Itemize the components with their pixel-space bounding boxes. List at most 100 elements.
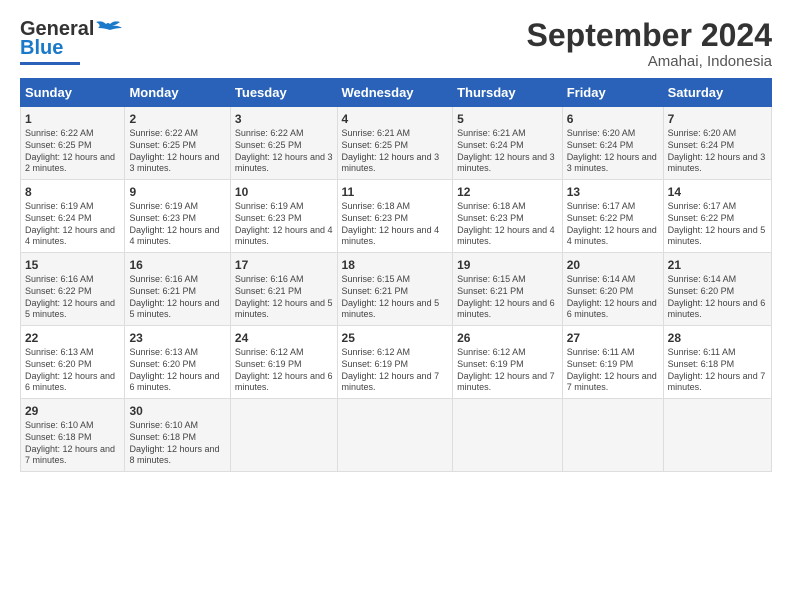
col-header-thursday: Thursday (453, 79, 563, 107)
sunrise-text: Sunrise: 6:14 AM (567, 274, 659, 286)
day-number: 15 (25, 257, 120, 273)
sunset-text: Sunset: 6:21 PM (457, 286, 558, 298)
sunset-text: Sunset: 6:21 PM (342, 286, 449, 298)
col-header-sunday: Sunday (21, 79, 125, 107)
day-number: 13 (567, 184, 659, 200)
day-number: 4 (342, 111, 449, 127)
calendar-cell: 1Sunrise: 6:22 AMSunset: 6:25 PMDaylight… (21, 107, 125, 180)
daylight-text: Daylight: 12 hours and 7 minutes. (25, 444, 120, 467)
calendar-table: SundayMondayTuesdayWednesdayThursdayFrid… (20, 78, 772, 472)
sunset-text: Sunset: 6:20 PM (567, 286, 659, 298)
sunset-text: Sunset: 6:24 PM (457, 140, 558, 152)
sunset-text: Sunset: 6:20 PM (25, 359, 120, 371)
week-row-1: 1Sunrise: 6:22 AMSunset: 6:25 PMDaylight… (21, 107, 772, 180)
sunrise-text: Sunrise: 6:19 AM (235, 201, 333, 213)
daylight-text: Daylight: 12 hours and 5 minutes. (342, 298, 449, 321)
daylight-text: Daylight: 12 hours and 6 minutes. (129, 371, 225, 394)
sunrise-text: Sunrise: 6:22 AM (235, 128, 333, 140)
daylight-text: Daylight: 12 hours and 7 minutes. (668, 371, 767, 394)
sunrise-text: Sunrise: 6:22 AM (25, 128, 120, 140)
sunrise-text: Sunrise: 6:10 AM (129, 420, 225, 432)
sunset-text: Sunset: 6:22 PM (668, 213, 767, 225)
week-row-3: 15Sunrise: 6:16 AMSunset: 6:22 PMDayligh… (21, 253, 772, 326)
sunrise-text: Sunrise: 6:16 AM (25, 274, 120, 286)
day-number: 8 (25, 184, 120, 200)
day-number: 30 (129, 403, 225, 419)
sunrise-text: Sunrise: 6:15 AM (457, 274, 558, 286)
calendar-cell: 2Sunrise: 6:22 AMSunset: 6:25 PMDaylight… (125, 107, 230, 180)
day-number: 1 (25, 111, 120, 127)
daylight-text: Daylight: 12 hours and 6 minutes. (668, 298, 767, 321)
day-number: 29 (25, 403, 120, 419)
daylight-text: Daylight: 12 hours and 3 minutes. (668, 152, 767, 175)
col-header-tuesday: Tuesday (230, 79, 337, 107)
daylight-text: Daylight: 12 hours and 4 minutes. (457, 225, 558, 248)
main-title: September 2024 (527, 18, 772, 53)
calendar-cell: 7Sunrise: 6:20 AMSunset: 6:24 PMDaylight… (663, 107, 771, 180)
calendar-cell: 4Sunrise: 6:21 AMSunset: 6:25 PMDaylight… (337, 107, 453, 180)
daylight-text: Daylight: 12 hours and 5 minutes. (235, 298, 333, 321)
calendar-cell: 8Sunrise: 6:19 AMSunset: 6:24 PMDaylight… (21, 180, 125, 253)
day-number: 3 (235, 111, 333, 127)
sunset-text: Sunset: 6:23 PM (235, 213, 333, 225)
sunrise-text: Sunrise: 6:18 AM (342, 201, 449, 213)
daylight-text: Daylight: 12 hours and 3 minutes. (457, 152, 558, 175)
col-header-wednesday: Wednesday (337, 79, 453, 107)
daylight-text: Daylight: 12 hours and 3 minutes. (342, 152, 449, 175)
sunset-text: Sunset: 6:19 PM (457, 359, 558, 371)
day-number: 10 (235, 184, 333, 200)
sunset-text: Sunset: 6:19 PM (342, 359, 449, 371)
sunrise-text: Sunrise: 6:12 AM (457, 347, 558, 359)
day-number: 7 (668, 111, 767, 127)
day-number: 14 (668, 184, 767, 200)
sunrise-text: Sunrise: 6:22 AM (129, 128, 225, 140)
day-number: 11 (342, 184, 449, 200)
logo: General Blue (20, 18, 124, 65)
sunset-text: Sunset: 6:18 PM (668, 359, 767, 371)
sunrise-text: Sunrise: 6:12 AM (235, 347, 333, 359)
sunset-text: Sunset: 6:22 PM (567, 213, 659, 225)
calendar-cell: 24Sunrise: 6:12 AMSunset: 6:19 PMDayligh… (230, 326, 337, 399)
sunset-text: Sunset: 6:23 PM (342, 213, 449, 225)
day-number: 27 (567, 330, 659, 346)
calendar-cell: 9Sunrise: 6:19 AMSunset: 6:23 PMDaylight… (125, 180, 230, 253)
sunrise-text: Sunrise: 6:12 AM (342, 347, 449, 359)
daylight-text: Daylight: 12 hours and 7 minutes. (457, 371, 558, 394)
sunset-text: Sunset: 6:25 PM (235, 140, 333, 152)
day-number: 23 (129, 330, 225, 346)
logo-blue: Blue (20, 37, 63, 60)
daylight-text: Daylight: 12 hours and 4 minutes. (25, 225, 120, 248)
sunrise-text: Sunrise: 6:17 AM (668, 201, 767, 213)
daylight-text: Daylight: 12 hours and 6 minutes. (457, 298, 558, 321)
week-row-4: 22Sunrise: 6:13 AMSunset: 6:20 PMDayligh… (21, 326, 772, 399)
sunset-text: Sunset: 6:18 PM (25, 432, 120, 444)
subtitle: Amahai, Indonesia (527, 53, 772, 70)
calendar-cell: 29Sunrise: 6:10 AMSunset: 6:18 PMDayligh… (21, 398, 125, 471)
calendar-cell: 25Sunrise: 6:12 AMSunset: 6:19 PMDayligh… (337, 326, 453, 399)
day-number: 21 (668, 257, 767, 273)
sunset-text: Sunset: 6:20 PM (129, 359, 225, 371)
sunset-text: Sunset: 6:18 PM (129, 432, 225, 444)
sunrise-text: Sunrise: 6:15 AM (342, 274, 449, 286)
day-number: 28 (668, 330, 767, 346)
col-header-friday: Friday (562, 79, 663, 107)
calendar-cell: 19Sunrise: 6:15 AMSunset: 6:21 PMDayligh… (453, 253, 563, 326)
header-row: SundayMondayTuesdayWednesdayThursdayFrid… (21, 79, 772, 107)
col-header-monday: Monday (125, 79, 230, 107)
sunset-text: Sunset: 6:23 PM (457, 213, 558, 225)
calendar-cell: 12Sunrise: 6:18 AMSunset: 6:23 PMDayligh… (453, 180, 563, 253)
daylight-text: Daylight: 12 hours and 6 minutes. (235, 371, 333, 394)
calendar-cell: 23Sunrise: 6:13 AMSunset: 6:20 PMDayligh… (125, 326, 230, 399)
calendar-cell: 18Sunrise: 6:15 AMSunset: 6:21 PMDayligh… (337, 253, 453, 326)
calendar-cell (337, 398, 453, 471)
day-number: 24 (235, 330, 333, 346)
sunrise-text: Sunrise: 6:21 AM (457, 128, 558, 140)
sunrise-text: Sunrise: 6:13 AM (129, 347, 225, 359)
sunrise-text: Sunrise: 6:19 AM (25, 201, 120, 213)
day-number: 16 (129, 257, 225, 273)
header: General Blue September 2024 Amahai, Indo… (20, 18, 772, 70)
daylight-text: Daylight: 12 hours and 5 minutes. (25, 298, 120, 321)
daylight-text: Daylight: 12 hours and 4 minutes. (342, 225, 449, 248)
sunrise-text: Sunrise: 6:20 AM (567, 128, 659, 140)
calendar-cell: 30Sunrise: 6:10 AMSunset: 6:18 PMDayligh… (125, 398, 230, 471)
